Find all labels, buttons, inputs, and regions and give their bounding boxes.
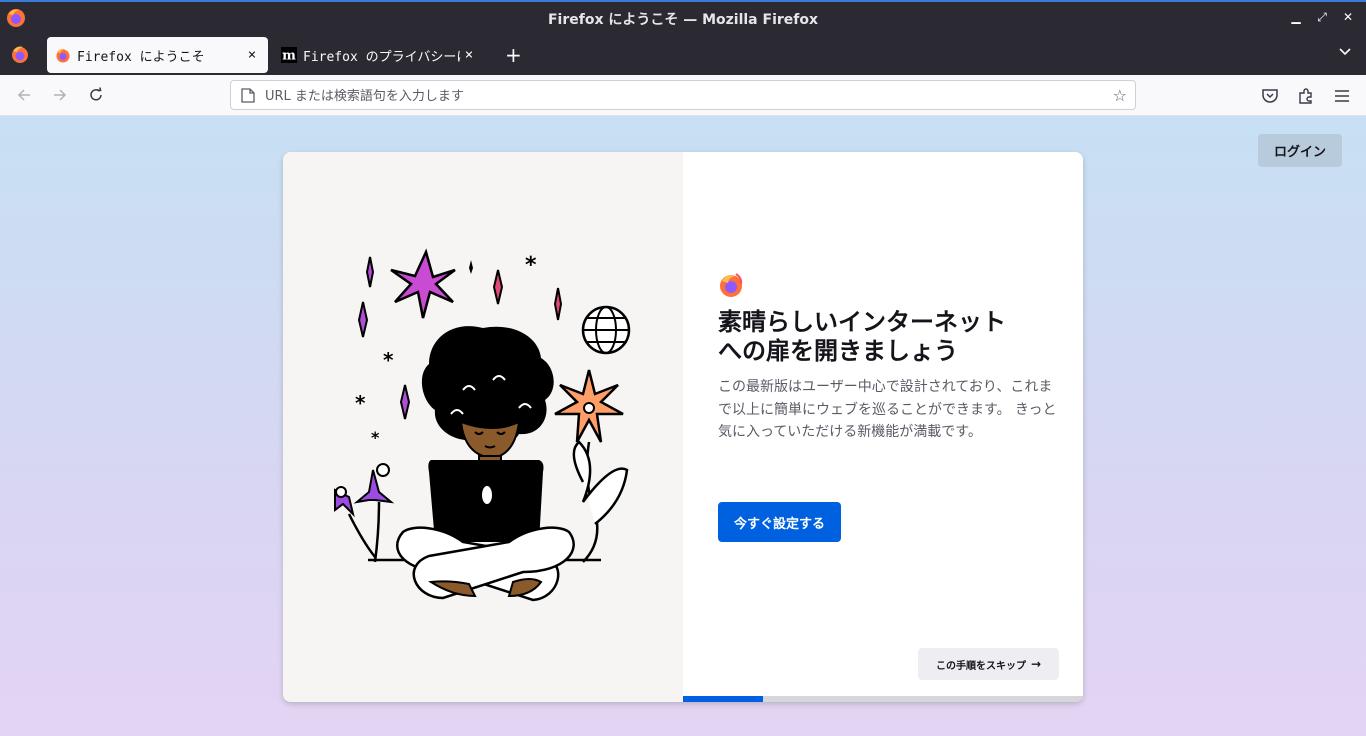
back-button[interactable] [14, 85, 34, 105]
tab-strip: Firefox にようこそ × m Firefox のプライバシーに関 × + [0, 35, 1366, 75]
reload-button[interactable] [86, 85, 106, 105]
page-icon [241, 88, 255, 103]
maximize-icon[interactable]: ⤢ [1316, 10, 1328, 25]
skip-step-button[interactable]: この手順をスキップ → [918, 648, 1059, 680]
navigation-toolbar: ☆ [0, 75, 1366, 116]
list-all-tabs-chevron-icon[interactable] [1338, 44, 1352, 62]
onboarding-progress-bar [683, 696, 1083, 702]
arrow-right-icon: → [1030, 657, 1042, 671]
tab-welcome[interactable]: Firefox にようこそ × [47, 37, 268, 73]
login-button[interactable]: ログイン [1258, 134, 1342, 167]
svg-text:*: * [371, 428, 380, 447]
page-content: ログイン * * * * 素晴らしいインターネット への扉を開きましょう この最… [0, 116, 1366, 736]
window-titlebar: Firefox にようこそ — Mozilla Firefox ▁ ⤢ ✕ [0, 0, 1366, 35]
svg-text:*: * [383, 348, 394, 372]
close-tab-icon[interactable]: × [461, 47, 477, 63]
welcome-heading: 素晴らしいインターネット への扉を開きましょう [718, 308, 1048, 366]
content-panel: 素晴らしいインターネット への扉を開きましょう この最新版はユーザー中心で設計さ… [683, 152, 1083, 702]
bookmark-star-icon[interactable]: ☆ [1113, 86, 1127, 105]
minimize-icon[interactable]: ▁ [1290, 10, 1302, 25]
address-bar[interactable]: ☆ [230, 80, 1136, 110]
close-window-icon[interactable]: ✕ [1342, 10, 1354, 25]
heading-line-2: への扉を開きましょう [718, 337, 958, 365]
window-title: Firefox にようこそ — Mozilla Firefox [547, 12, 819, 28]
mozilla-m-icon: m [281, 47, 297, 63]
tab-label: Firefox にようこそ [77, 49, 205, 65]
close-tab-icon[interactable]: × [244, 47, 260, 63]
progress-fill [683, 696, 763, 702]
extensions-puzzle-icon[interactable] [1297, 87, 1315, 105]
url-input[interactable] [263, 85, 1107, 107]
illustration-panel: * * * * [283, 152, 683, 702]
welcome-description: この最新版はユーザー中心で設計されており、これまで以上に簡単にウェブを巡ることが… [718, 379, 1057, 440]
new-tab-button[interactable]: + [505, 43, 522, 67]
forward-button[interactable] [50, 85, 70, 105]
firefox-view-icon[interactable] [10, 44, 30, 64]
firefox-logo-icon [720, 273, 743, 297]
svg-text:m: m [282, 49, 296, 64]
get-started-button[interactable]: 今すぐ設定する [718, 502, 841, 542]
svg-text:*: * [355, 391, 366, 415]
person-with-laptop-illustration: * * * * [334, 248, 631, 602]
pocket-icon[interactable] [1261, 87, 1279, 105]
heading-line-1: 素晴らしいインターネット [718, 308, 1006, 336]
skip-label: この手順をスキップ [935, 660, 1026, 672]
tab-privacy[interactable]: m Firefox のプライバシーに関 × [273, 37, 485, 73]
tab-label: Firefox のプライバシーに関 [303, 49, 461, 65]
onboarding-card: * * * * 素晴らしいインターネット への扉を開きましょう この最新版はユー… [283, 152, 1083, 702]
firefox-icon [56, 48, 70, 63]
hamburger-menu-icon[interactable] [1333, 87, 1351, 105]
svg-text:*: * [525, 253, 537, 278]
